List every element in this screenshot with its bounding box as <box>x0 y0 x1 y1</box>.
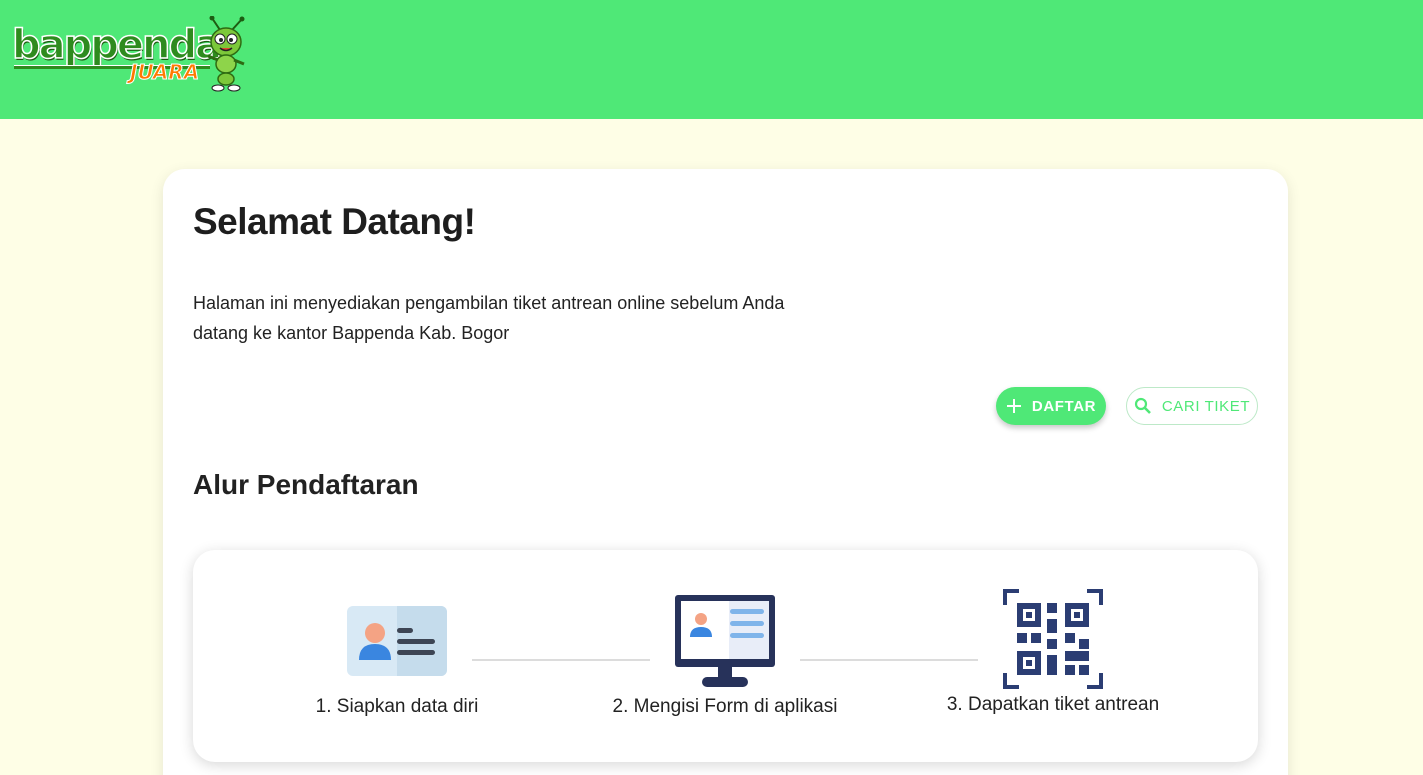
step-connector-1 <box>472 659 650 661</box>
ant-mascot-icon <box>207 16 245 92</box>
top-bar: bappenda JUARA <box>0 0 1423 119</box>
flow-section-title: Alur Pendaftaran <box>193 469 419 500</box>
logo-tagline: JUARA <box>129 60 200 85</box>
welcome-card: Selamat Datang! Halaman ini menyediakan … <box>163 169 1288 775</box>
plus-icon <box>1006 399 1021 413</box>
step-2-label: 2. Mengisi Form di aplikasi <box>612 696 838 717</box>
intro-line-1: Halaman ini menyediakan pengambilan tike… <box>193 293 785 313</box>
registration-flow: 1. Siapkan data diri 2. Mengisi Form di … <box>193 550 1258 762</box>
step-1-label: 1. Siapkan data diri <box>315 696 479 717</box>
qr-code-icon <box>1003 589 1103 689</box>
page-title: Selamat Datang! <box>193 201 476 242</box>
bappenda-logo[interactable]: bappenda JUARA <box>10 16 250 96</box>
step-connector-2 <box>800 659 978 661</box>
step-3-label: 3. Dapatkan tiket antrean <box>946 694 1160 715</box>
intro-line-2: datang ke kantor Bappenda Kab. Bogor <box>193 323 510 343</box>
daftar-button-label: DAFTAR <box>1031 397 1097 415</box>
monitor-form-icon <box>675 595 775 687</box>
cari-tiket-button-label: CARI TIKET <box>1161 397 1251 415</box>
id-card-icon <box>347 606 447 676</box>
intro-text: Halaman ini menyediakan pengambilan tike… <box>193 288 813 348</box>
search-icon <box>1134 397 1151 414</box>
daftar-button[interactable]: DAFTAR <box>996 387 1106 425</box>
cari-tiket-button[interactable]: CARI TIKET <box>1126 387 1258 425</box>
